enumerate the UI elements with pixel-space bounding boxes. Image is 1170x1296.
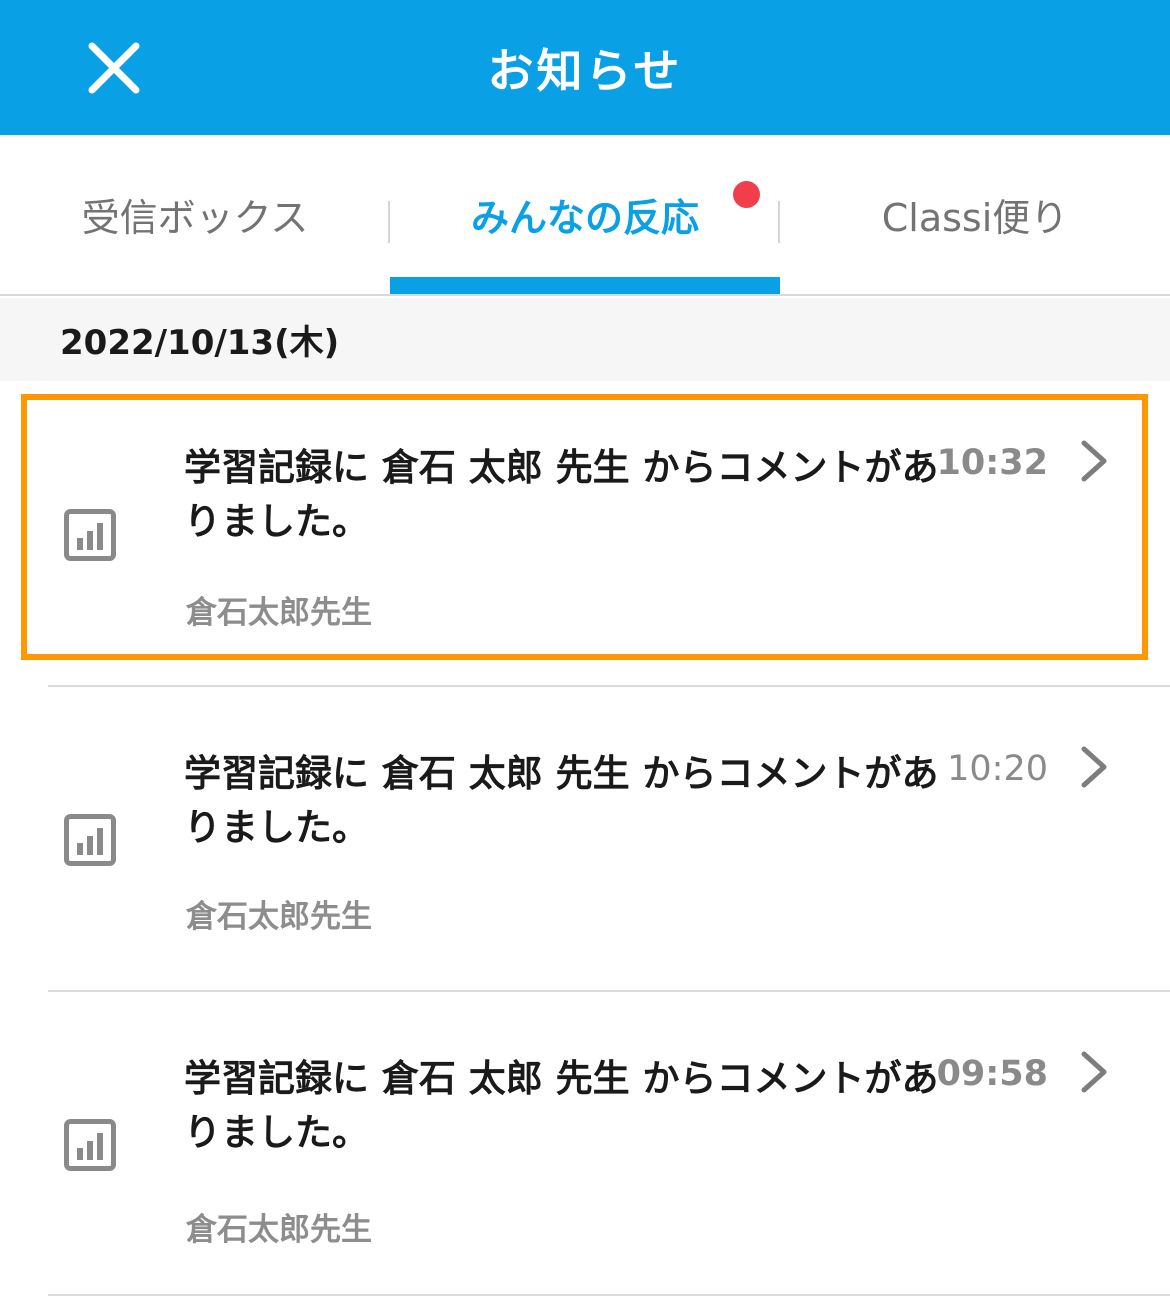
- page-title: お知らせ: [487, 43, 683, 98]
- notification-sender: 倉石太郎先生: [186, 595, 372, 631]
- tab-bar: 受信ボックス みんなの反応 Classi便り: [0, 135, 1170, 296]
- active-tab-indicator: [390, 277, 780, 294]
- chevron-right-icon: [1081, 746, 1107, 788]
- app-header: お知らせ: [0, 0, 1170, 135]
- notification-sender: 倉石太郎先生: [186, 899, 372, 935]
- tab-reactions[interactable]: みんなの反応: [390, 135, 780, 294]
- notification-item[interactable]: 学習記録に 倉石 太郎 先生 からコメントがありました。 10:20 倉石太郎先…: [0, 687, 1170, 992]
- chevron-right-icon: [1081, 440, 1107, 482]
- tab-inbox[interactable]: 受信ボックス: [0, 135, 390, 294]
- unread-badge: [733, 181, 760, 208]
- notification-time: 09:58: [936, 1054, 1048, 1094]
- notification-title: 学習記録に 倉石 太郎 先生 からコメントがありました。: [184, 1057, 939, 1154]
- notification-title: 学習記録に 倉石 太郎 先生 からコメントがありました。: [184, 752, 939, 849]
- notification-time: 10:20: [947, 749, 1048, 789]
- bar-chart-icon: [64, 509, 116, 561]
- notification-sender: 倉石太郎先生: [186, 1212, 372, 1248]
- section-date: 2022/10/13(木): [60, 323, 340, 363]
- notification-item[interactable]: 学習記録に 倉石 太郎 先生 からコメントがありました。 10:32 倉石太郎先…: [0, 381, 1170, 686]
- date-section-header: 2022/10/13(木): [0, 298, 1170, 381]
- notification-item[interactable]: 学習記録に 倉石 太郎 先生 からコメントがありました。 09:58 倉石太郎先…: [0, 992, 1170, 1296]
- notification-title: 学習記録に 倉石 太郎 先生 からコメントがありました。: [184, 446, 939, 543]
- chevron-right-icon: [1081, 1051, 1107, 1093]
- bar-chart-icon: [64, 1119, 116, 1171]
- notification-time: 10:32: [936, 443, 1048, 483]
- tab-classi-news[interactable]: Classi便り: [780, 135, 1170, 294]
- bar-chart-icon: [64, 814, 116, 866]
